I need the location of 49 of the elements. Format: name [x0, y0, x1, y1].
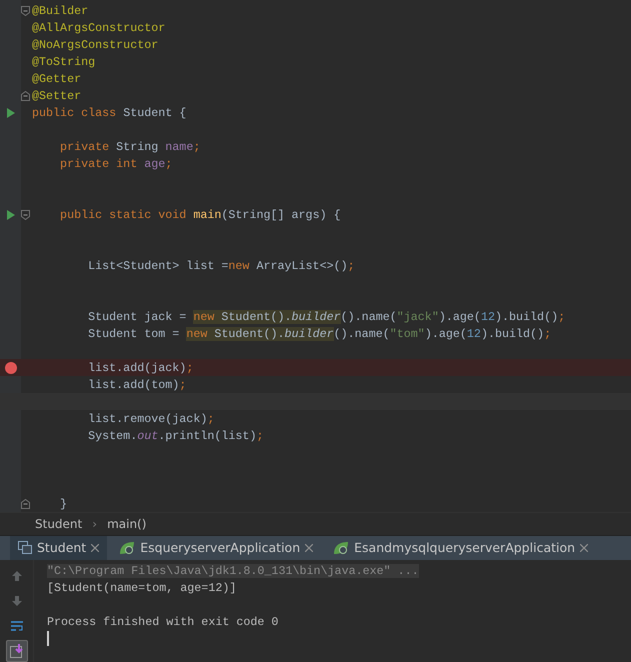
tab-label: EsqueryserverApplication — [140, 540, 300, 556]
tab-label: Student — [37, 540, 86, 556]
fold-end-icon[interactable] — [21, 90, 30, 100]
breadcrumb-separator: › — [92, 516, 98, 531]
soft-wrap-icon — [10, 620, 24, 632]
code-line: Student tom = new Student().builder().name("tom").age(12).build(); — [87, 326, 552, 340]
code-line: @AllArgsConstructor — [32, 20, 166, 34]
close-icon[interactable] — [305, 544, 314, 552]
toolbar-button[interactable] — [6, 640, 28, 662]
code-line: System.out.println(list); — [87, 428, 264, 442]
code-line: private String name; — [59, 140, 200, 154]
code-editor[interactable] — [0, 0, 631, 512]
code-line: @Setter — [32, 88, 82, 102]
scroll-to-end-icon — [10, 644, 24, 658]
fold-end-icon[interactable] — [21, 498, 30, 508]
close-icon[interactable] — [580, 544, 588, 552]
text-caret — [47, 631, 49, 646]
leaf-icon — [333, 540, 350, 555]
code-line: @NoArgsConstructor — [32, 38, 158, 52]
leaf-icon — [119, 540, 136, 555]
code-line: @ToString — [32, 54, 96, 68]
code-line: } — [59, 496, 68, 510]
code-line: list.remove(jack); — [87, 412, 214, 426]
breakpoint-icon[interactable] — [4, 362, 16, 374]
code-line: @Builder — [32, 4, 88, 18]
code-line: private int age; — [59, 156, 172, 170]
console-line: [Student(name=tom, age=12)] — [47, 580, 236, 594]
run-arrow-icon[interactable] — [6, 210, 14, 220]
fold-collapse-icon[interactable] — [21, 210, 30, 220]
breadcrumb-item[interactable]: main() — [107, 516, 146, 531]
code-line: public static void main(String[] args) { — [59, 208, 341, 222]
close-icon[interactable] — [91, 544, 100, 552]
console-icon — [18, 541, 32, 554]
code-line: @Getter — [32, 72, 82, 86]
code-line: List<Student> list =new ArrayList<>(); — [87, 258, 355, 272]
run-arrow-icon[interactable] — [6, 108, 14, 118]
code-line: list.add(tom); — [87, 378, 186, 392]
run-tab[interactable]: EsandmysqlqueryserverApplication — [325, 536, 596, 560]
run-tab[interactable]: Student — [10, 536, 108, 560]
code-line: public class Student { — [32, 106, 186, 120]
breadcrumb-item[interactable]: Student — [35, 516, 82, 531]
run-tab[interactable]: EsqueryserverApplication — [111, 536, 322, 560]
code-line: list.add(jack); — [87, 360, 194, 374]
tab-label: EsandmysqlqueryserverApplication — [354, 540, 576, 556]
code-line: Student jack = new Student().builder().name("jack").age(12).build(); — [87, 310, 566, 324]
console-line: Process finished with exit code 0 — [47, 614, 278, 628]
arrow-up-icon — [10, 570, 22, 582]
arrow-down-icon — [10, 595, 22, 607]
fold-collapse-icon[interactable] — [21, 6, 30, 16]
